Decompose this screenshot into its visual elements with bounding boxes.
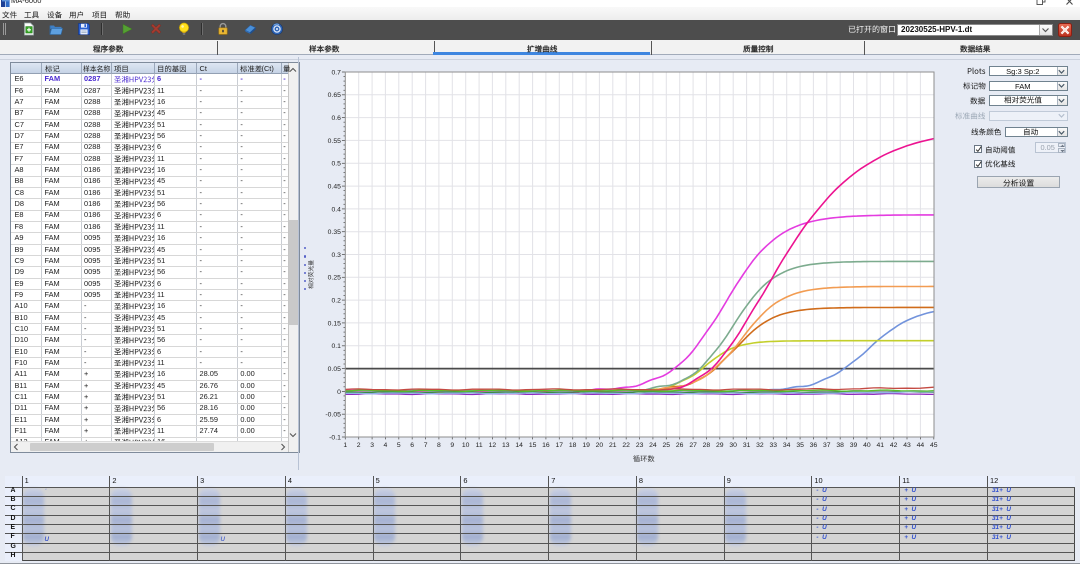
svg-text:0.65: 0.65 — [328, 92, 341, 99]
svg-text:0.45: 0.45 — [328, 184, 341, 191]
svg-text:10: 10 — [462, 442, 470, 449]
svg-text:14: 14 — [515, 442, 523, 449]
svg-text:11: 11 — [476, 442, 483, 449]
svg-text:29: 29 — [716, 442, 724, 449]
svg-text:3: 3 — [370, 442, 374, 449]
svg-text:8: 8 — [437, 442, 441, 449]
svg-text:43: 43 — [903, 442, 911, 449]
svg-text:38: 38 — [836, 442, 844, 449]
svg-text:0: 0 — [337, 389, 341, 396]
svg-text:0.4: 0.4 — [331, 206, 341, 213]
svg-text:23: 23 — [636, 442, 644, 449]
svg-text:-0.1: -0.1 — [329, 434, 341, 441]
svg-text:32: 32 — [756, 442, 764, 449]
svg-text:5: 5 — [397, 442, 401, 449]
svg-text:20: 20 — [596, 442, 604, 449]
svg-text:26: 26 — [676, 442, 684, 449]
svg-text:22: 22 — [622, 442, 630, 449]
svg-text:15: 15 — [529, 442, 537, 449]
svg-text:9: 9 — [450, 442, 454, 449]
svg-text:19: 19 — [582, 442, 590, 449]
svg-text:44: 44 — [917, 442, 925, 449]
svg-text:0.55: 0.55 — [328, 138, 341, 145]
svg-text:31: 31 — [743, 442, 751, 449]
svg-text:30: 30 — [729, 442, 737, 449]
svg-text:28: 28 — [703, 442, 711, 449]
svg-text:0.15: 0.15 — [328, 320, 341, 327]
svg-text:35: 35 — [796, 442, 804, 449]
svg-text:0.35: 0.35 — [328, 229, 341, 236]
svg-text:21: 21 — [609, 442, 617, 449]
svg-text:17: 17 — [556, 442, 564, 449]
svg-text:0.2: 0.2 — [331, 298, 341, 305]
svg-text:0.5: 0.5 — [331, 161, 341, 168]
svg-text:45: 45 — [930, 442, 938, 449]
svg-text:0.6: 0.6 — [331, 115, 341, 122]
svg-text:7: 7 — [424, 442, 428, 449]
svg-text:40: 40 — [863, 442, 871, 449]
svg-text:37: 37 — [823, 442, 831, 449]
svg-text:0.05: 0.05 — [328, 366, 341, 373]
svg-text:0.3: 0.3 — [331, 252, 341, 259]
svg-text:39: 39 — [850, 442, 858, 449]
svg-text:2: 2 — [357, 442, 361, 449]
svg-text:13: 13 — [502, 442, 510, 449]
svg-text:0.25: 0.25 — [328, 275, 341, 282]
svg-text:27: 27 — [689, 442, 697, 449]
svg-text:4: 4 — [384, 442, 388, 449]
svg-text:0.1: 0.1 — [331, 343, 341, 350]
svg-text:33: 33 — [770, 442, 778, 449]
svg-text:0.7: 0.7 — [331, 69, 341, 76]
svg-text:6: 6 — [410, 442, 414, 449]
svg-text:24: 24 — [649, 442, 657, 449]
svg-text:-0.05: -0.05 — [325, 412, 341, 419]
svg-text:18: 18 — [569, 442, 577, 449]
svg-text:42: 42 — [890, 442, 898, 449]
svg-text:1: 1 — [343, 442, 347, 449]
svg-text:36: 36 — [810, 442, 818, 449]
svg-text:16: 16 — [542, 442, 550, 449]
svg-text:41: 41 — [877, 442, 885, 449]
svg-text:34: 34 — [783, 442, 791, 449]
svg-text:12: 12 — [489, 442, 497, 449]
svg-text:25: 25 — [663, 442, 671, 449]
